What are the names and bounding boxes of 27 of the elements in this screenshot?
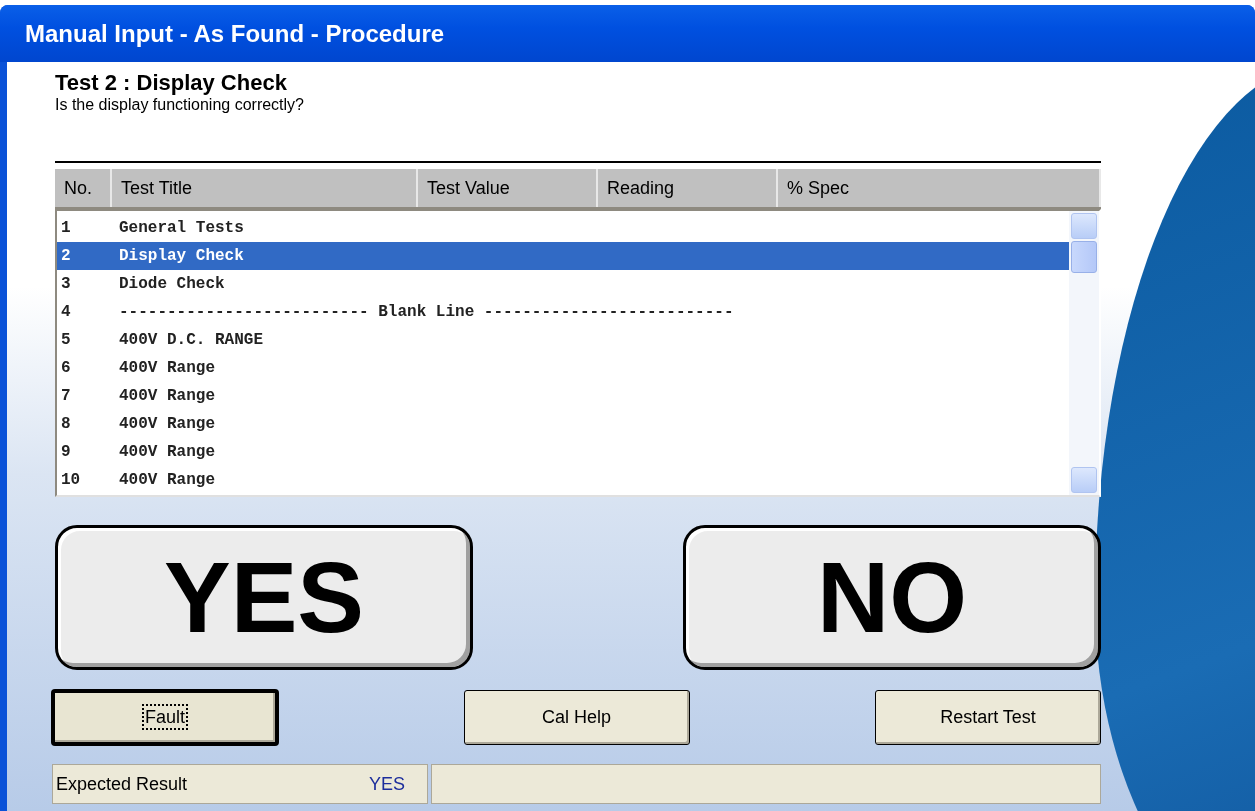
window-title: Manual Input - As Found - Procedure	[25, 19, 445, 48]
list-row[interactable]: 1 General Tests	[57, 214, 1069, 242]
column-header[interactable]: Test Title	[112, 169, 418, 207]
status-label: Expected Result	[56, 773, 188, 795]
test-heading: Test 2 : Display Check	[55, 70, 287, 96]
status-value: YES	[368, 773, 405, 795]
list-row[interactable]: 8 400V Range	[57, 410, 1069, 438]
action-button[interactable]: Restart Test	[875, 690, 1101, 745]
list-row[interactable]: 6 400V Range	[57, 354, 1069, 382]
list-row[interactable]: 4 -------------------------- Blank Line --------------------------	[57, 298, 1069, 326]
action-button[interactable]: Fault	[52, 690, 278, 745]
column-header[interactable]: Reading	[598, 169, 778, 207]
scroll-thumb[interactable]	[1071, 241, 1097, 273]
answer-button[interactable]: NO	[683, 525, 1101, 670]
column-header[interactable]: No.	[55, 169, 112, 207]
list-row[interactable]: 2 Display Check	[57, 242, 1069, 270]
answer-button[interactable]: YES	[55, 525, 473, 670]
list-row[interactable]: 10 400V Range	[57, 466, 1069, 494]
list-row[interactable]: 7 400V Range	[57, 382, 1069, 410]
column-header[interactable]: Test Value	[418, 169, 598, 207]
list-row[interactable]: 5 400V D.C. RANGE	[57, 326, 1069, 354]
list-row[interactable]: 9 400V Range	[57, 438, 1069, 466]
test-question: Is the display functioning correctly?	[55, 96, 304, 114]
column-header[interactable]: % Spec	[778, 169, 1101, 207]
scrollbar[interactable]	[1069, 211, 1099, 495]
list-row[interactable]: 3 Diode Check	[57, 270, 1069, 298]
action-button[interactable]: Cal Help	[463, 690, 690, 745]
